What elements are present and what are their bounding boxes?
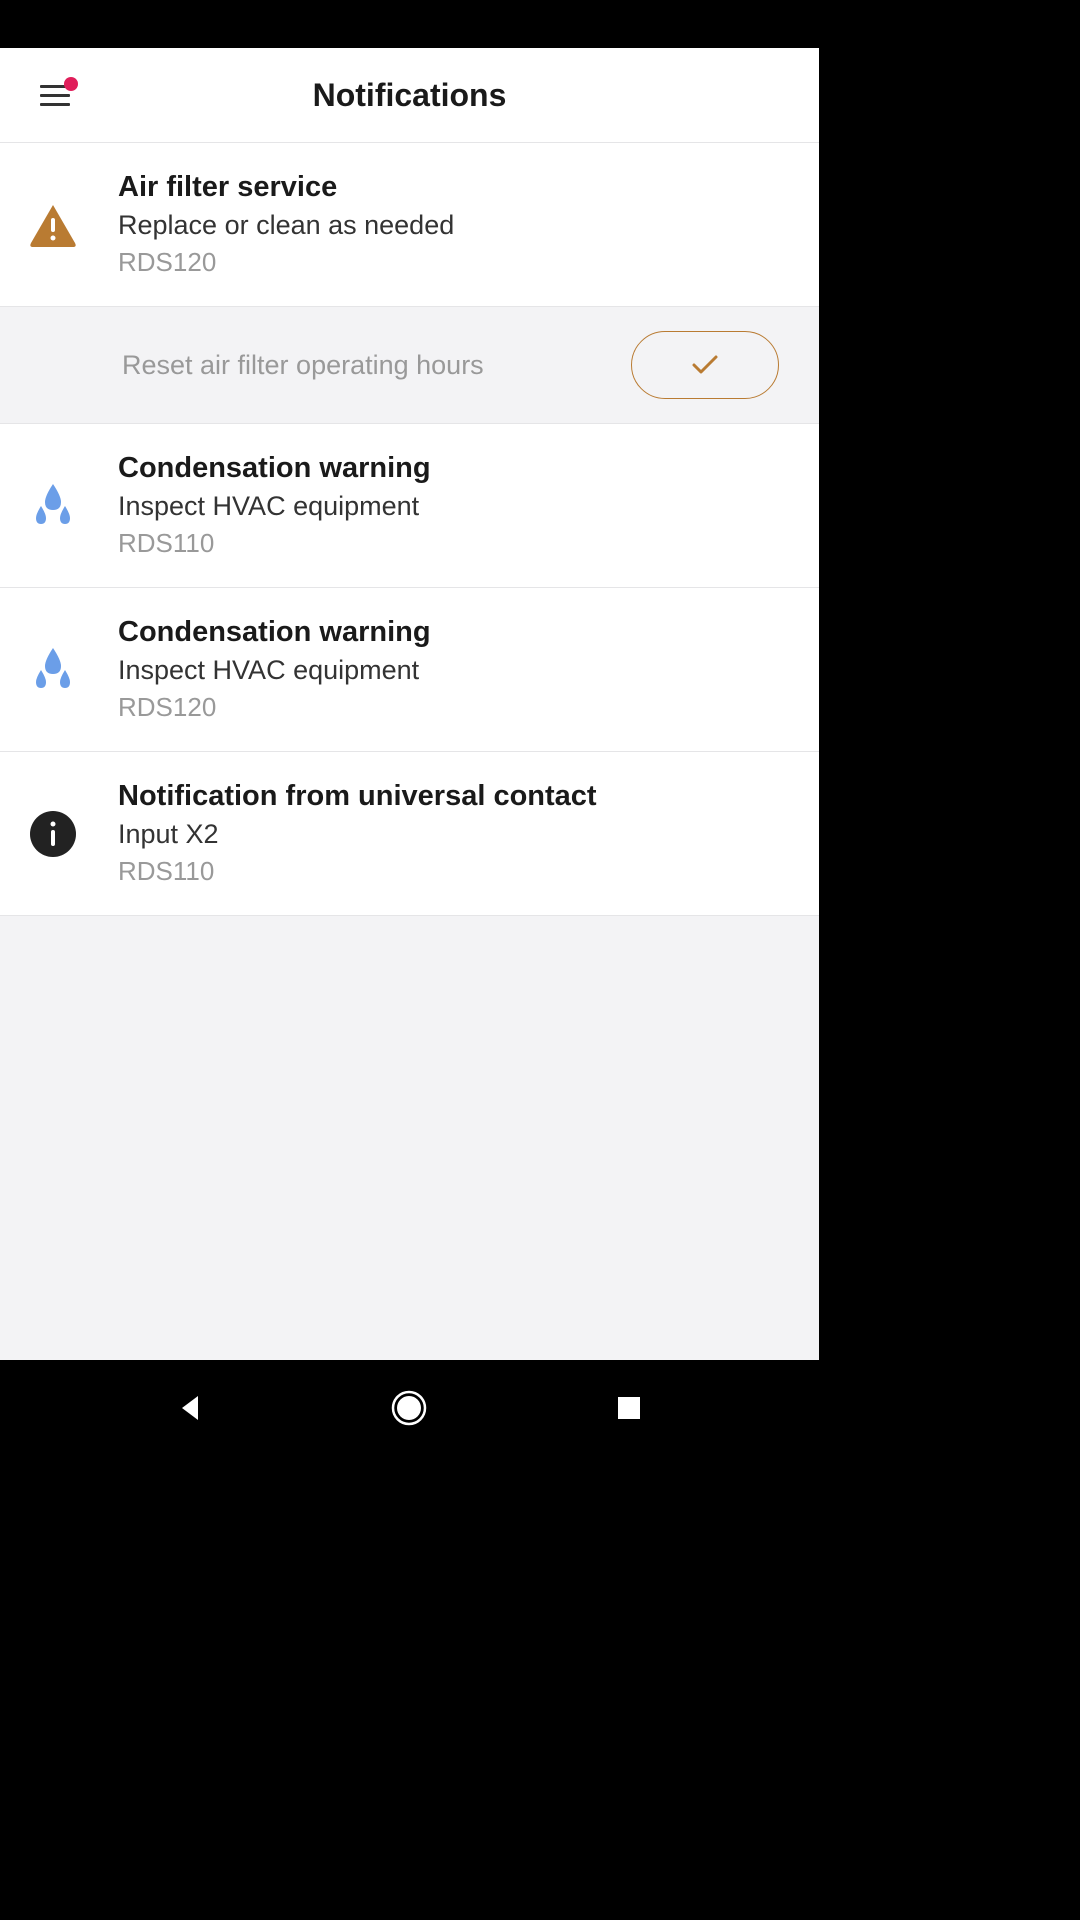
notification-device: RDS110 xyxy=(118,528,795,559)
notification-item[interactable]: Condensation warning Inspect HVAC equipm… xyxy=(0,424,819,588)
notification-title: Condensation warning xyxy=(118,452,795,485)
back-button[interactable] xyxy=(170,1388,210,1428)
notification-item[interactable]: Notification from universal contact Inpu… xyxy=(0,752,819,916)
info-circle-icon xyxy=(28,809,78,859)
warning-triangle-icon xyxy=(28,200,78,250)
notification-device: RDS120 xyxy=(118,247,795,278)
notification-subtitle: Replace or clean as needed xyxy=(118,210,795,241)
notification-subtitle: Input X2 xyxy=(118,819,795,850)
recents-button[interactable] xyxy=(609,1388,649,1428)
notification-subtitle: Inspect HVAC equipment xyxy=(118,491,795,522)
menu-icon[interactable] xyxy=(40,85,70,106)
status-bar xyxy=(0,0,819,48)
reset-confirm-button[interactable] xyxy=(631,331,779,399)
recents-square-icon xyxy=(616,1395,642,1421)
notification-badge-icon xyxy=(64,77,78,91)
action-label: Reset air filter operating hours xyxy=(122,350,484,381)
checkmark-icon xyxy=(691,354,719,376)
water-drops-icon xyxy=(28,481,78,531)
water-drops-icon xyxy=(28,645,78,695)
page-title: Notifications xyxy=(313,77,507,114)
notification-subtitle: Inspect HVAC equipment xyxy=(118,655,795,686)
app-content: Notifications Air filter service Replace… xyxy=(0,48,819,1360)
notification-device: RDS120 xyxy=(118,692,795,723)
notification-item[interactable]: Condensation warning Inspect HVAC equipm… xyxy=(0,588,819,752)
back-triangle-icon xyxy=(176,1394,204,1422)
notification-title: Air filter service xyxy=(118,171,795,204)
home-button[interactable] xyxy=(389,1388,429,1428)
app-header: Notifications xyxy=(0,48,819,143)
notification-title: Condensation warning xyxy=(118,616,795,649)
notification-action-bar: Reset air filter operating hours xyxy=(0,307,819,424)
notification-item[interactable]: Air filter service Replace or clean as n… xyxy=(0,143,819,307)
android-nav-bar xyxy=(0,1360,819,1456)
home-circle-icon xyxy=(391,1390,427,1426)
notification-device: RDS110 xyxy=(118,856,795,887)
notification-title: Notification from universal contact xyxy=(118,780,795,813)
